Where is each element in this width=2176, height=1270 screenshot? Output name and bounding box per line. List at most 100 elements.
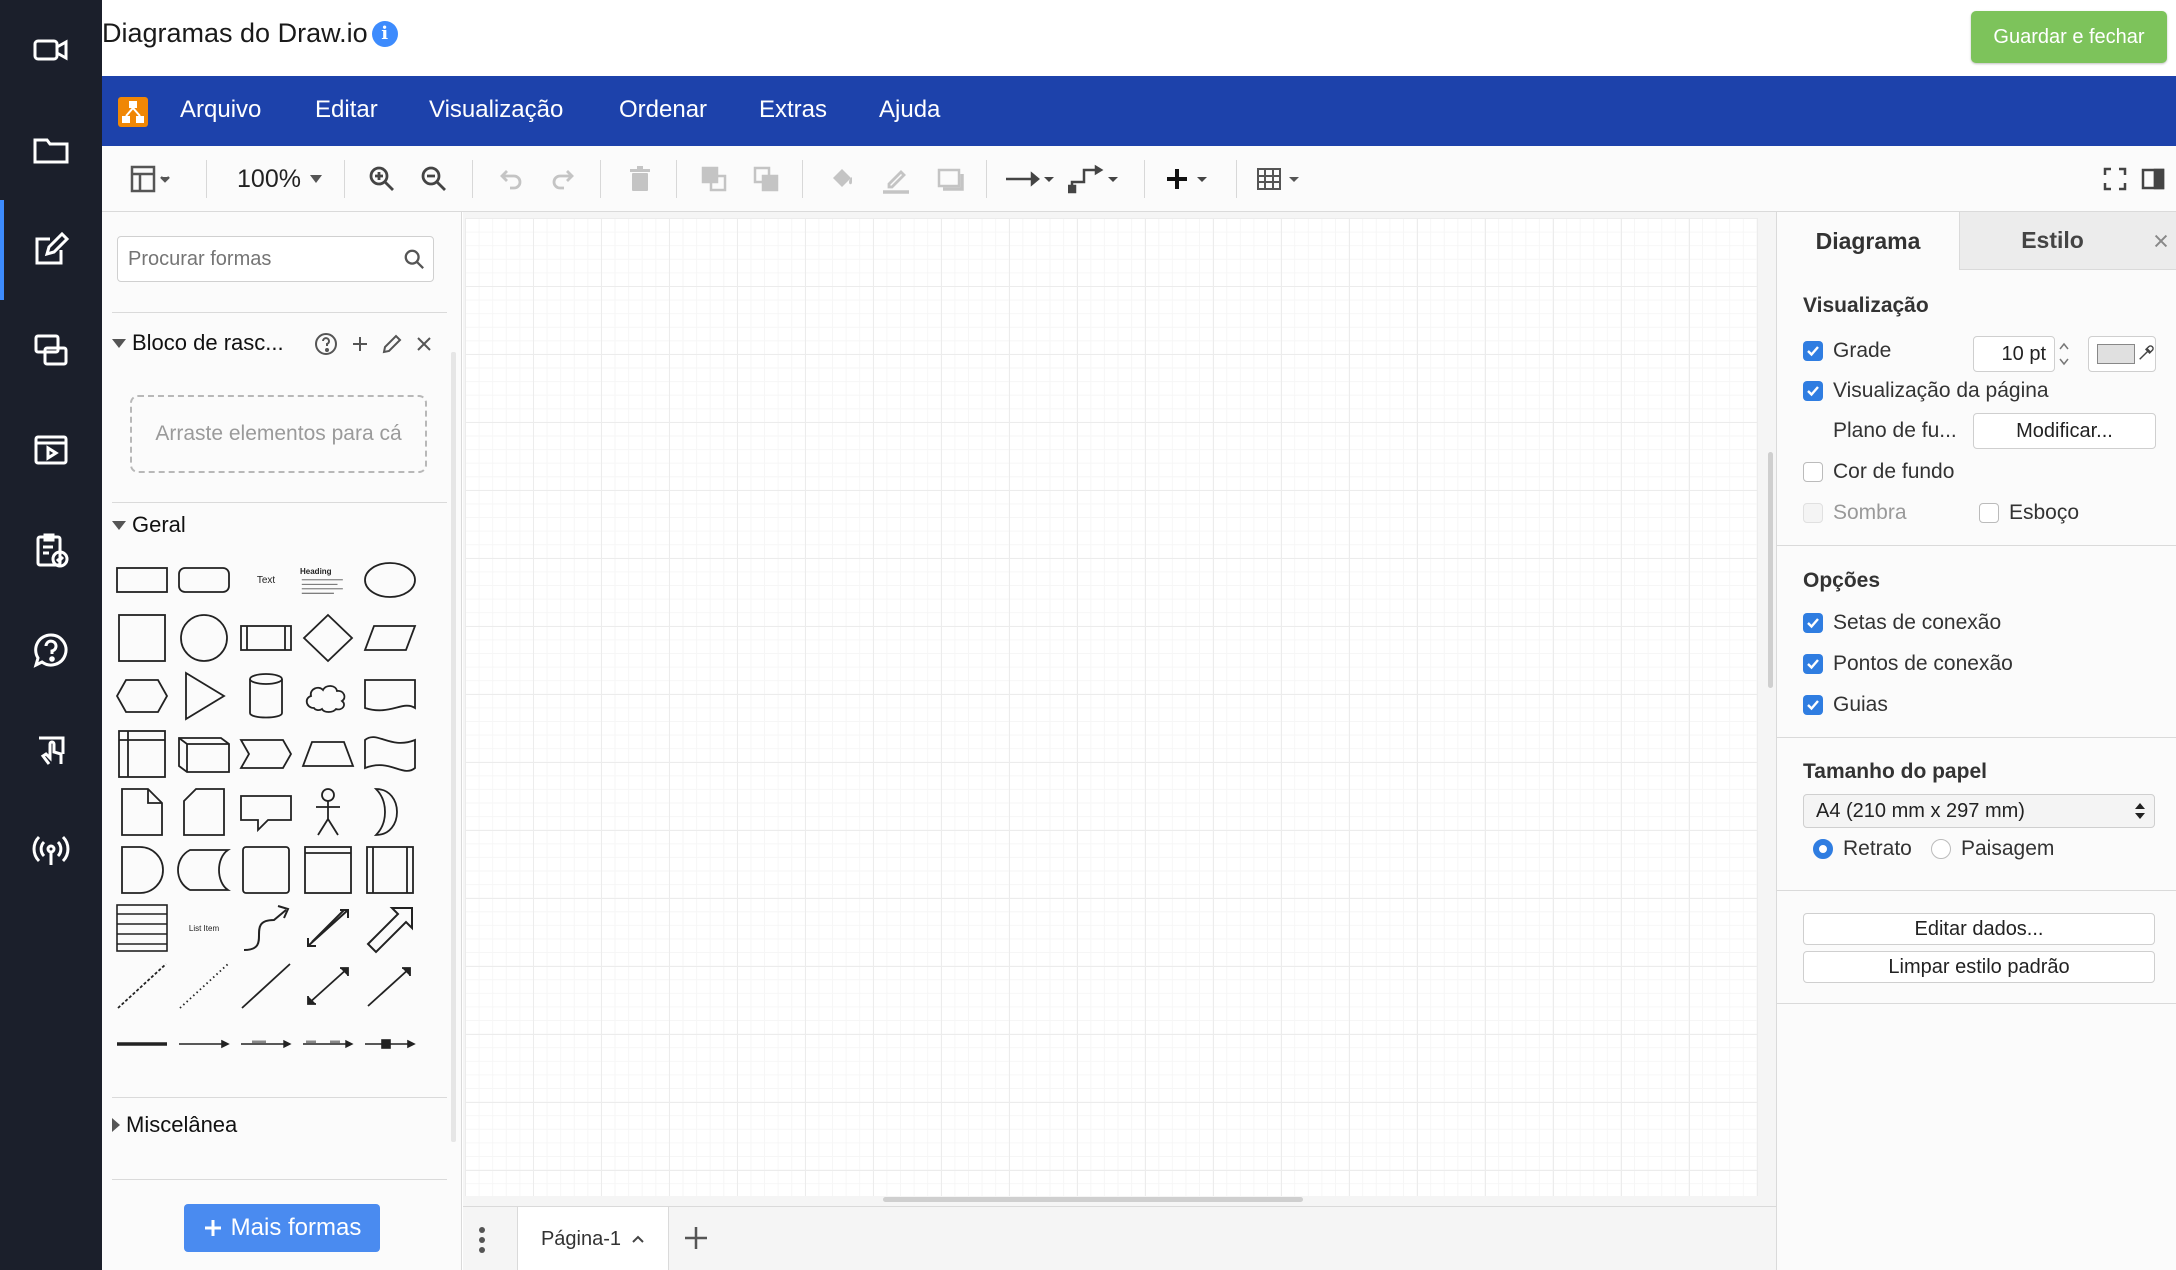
shape-connector-arrow[interactable] [176, 1018, 232, 1070]
media-icon[interactable] [0, 400, 102, 500]
shape-bidirectional-arrow[interactable] [300, 902, 356, 954]
shape-or[interactable] [362, 786, 418, 838]
shape-diamond[interactable] [300, 612, 356, 664]
shape-cylinder[interactable] [238, 670, 294, 722]
clipboard-check-icon[interactable] [0, 500, 102, 600]
connection-style-icon[interactable] [1004, 160, 1058, 198]
pencil-icon[interactable] [380, 332, 404, 361]
shape-tape[interactable] [362, 728, 418, 780]
horizontal-scrollbar[interactable] [883, 1197, 1303, 1202]
devices-icon[interactable] [0, 300, 102, 400]
shape-list-item[interactable]: List Item [176, 902, 232, 954]
shape-list[interactable] [114, 902, 170, 954]
video-icon[interactable] [0, 0, 102, 100]
broadcast-icon[interactable] [0, 800, 102, 900]
shape-connector-two-labels[interactable] [300, 1018, 356, 1070]
save-and-close-button[interactable]: Guardar e fechar [1971, 11, 2167, 63]
bg-color-checkbox[interactable] [1803, 462, 1823, 482]
zoom-out-icon[interactable] [416, 160, 452, 198]
fill-color-icon[interactable] [824, 160, 860, 198]
page-menu-icon[interactable] [477, 1225, 487, 1260]
shape-step[interactable] [238, 728, 294, 780]
landscape-option[interactable]: Paisagem [1931, 837, 2054, 861]
insert-icon[interactable] [1160, 160, 1220, 198]
page-tab[interactable]: Página-1 [517, 1207, 669, 1270]
diagram-canvas[interactable] [463, 212, 1776, 1206]
shape-note[interactable] [114, 786, 170, 838]
tab-style[interactable]: Estilo [1959, 212, 2145, 270]
shape-arrow[interactable] [362, 902, 418, 954]
portrait-option[interactable]: Retrato [1813, 837, 1912, 861]
touch-icon[interactable] [0, 700, 102, 800]
zoom-in-icon[interactable] [364, 160, 400, 198]
waypoints-icon[interactable] [1068, 160, 1122, 198]
shape-curve[interactable] [238, 902, 294, 954]
folder-icon[interactable] [0, 100, 102, 200]
shape-heading[interactable]: Heading [300, 554, 356, 606]
general-header[interactable]: Geral [112, 512, 186, 538]
more-shapes-button[interactable]: Mais formas [184, 1204, 380, 1252]
fullscreen-icon[interactable] [2100, 160, 2130, 198]
panel-view-icon[interactable] [122, 160, 182, 198]
page-grid[interactable] [465, 218, 1758, 1196]
format-panel-toggle-icon[interactable] [2138, 160, 2168, 198]
table-icon[interactable] [1252, 160, 1312, 198]
shape-delay[interactable] [114, 844, 170, 896]
guides-checkbox[interactable] [1803, 695, 1823, 715]
shape-rounded-rectangle[interactable] [176, 554, 232, 606]
scratchpad-drop-zone[interactable]: Arraste elementos para cá [130, 395, 427, 473]
shape-bidirectional-connector[interactable] [300, 960, 356, 1012]
clear-default-style-button[interactable]: Limpar estilo padrão [1803, 951, 2155, 983]
delete-icon[interactable] [622, 160, 658, 198]
shape-ellipse[interactable] [362, 554, 418, 606]
shape-internal-storage[interactable] [114, 728, 170, 780]
shape-card[interactable] [176, 786, 232, 838]
menu-ajuda[interactable]: Ajuda [879, 96, 940, 124]
shape-document[interactable] [362, 670, 418, 722]
shape-connector-symbol[interactable] [362, 1018, 418, 1070]
help-icon[interactable] [314, 332, 338, 361]
vertical-scrollbar[interactable] [1768, 452, 1773, 688]
shape-rectangle[interactable] [114, 554, 170, 606]
edit-icon[interactable] [0, 200, 102, 300]
search-icon[interactable] [403, 248, 425, 275]
grid-checkbox[interactable] [1803, 341, 1823, 361]
shape-dashed-line[interactable] [114, 960, 170, 1012]
landscape-radio[interactable] [1931, 839, 1951, 859]
add-icon[interactable] [348, 332, 372, 361]
info-icon[interactable]: i [371, 20, 398, 47]
shadow-icon[interactable] [932, 160, 968, 198]
grid-size-input[interactable]: 10 pt [1973, 336, 2055, 372]
shape-search-input[interactable] [128, 237, 388, 281]
shape-process[interactable] [238, 612, 294, 664]
shape-container[interactable] [238, 844, 294, 896]
shape-cloud[interactable] [300, 670, 356, 722]
shape-hexagon[interactable] [114, 670, 170, 722]
to-front-icon[interactable] [696, 160, 732, 198]
scratchpad-header[interactable]: Bloco de rasc... [112, 330, 284, 356]
grid-color-button[interactable] [2088, 336, 2156, 372]
line-color-icon[interactable] [878, 160, 914, 198]
shape-dotted-line[interactable] [176, 960, 232, 1012]
connection-points-checkbox[interactable] [1803, 654, 1823, 674]
misc-header[interactable]: Miscelânea [112, 1112, 237, 1138]
add-page-icon[interactable] [681, 1223, 711, 1258]
shape-circle[interactable] [176, 612, 232, 664]
shape-thick-link[interactable] [114, 1018, 170, 1070]
redo-icon[interactable] [546, 160, 582, 198]
shape-cube[interactable] [176, 728, 232, 780]
menu-visualizacao[interactable]: Visualização [429, 96, 563, 124]
shape-connector-label[interactable] [238, 1018, 294, 1070]
shape-square[interactable] [114, 612, 170, 664]
shape-data-storage[interactable] [176, 844, 232, 896]
shape-actor[interactable] [300, 786, 356, 838]
shapes-scrollbar[interactable] [451, 352, 456, 1142]
help-chat-icon[interactable] [0, 600, 102, 700]
menu-ordenar[interactable]: Ordenar [619, 96, 707, 124]
grid-size-stepper[interactable] [2055, 336, 2073, 372]
shape-parallelogram[interactable] [362, 612, 418, 664]
portrait-radio[interactable] [1813, 839, 1833, 859]
menu-arquivo[interactable]: Arquivo [180, 96, 261, 124]
tab-diagram[interactable]: Diagrama [1777, 212, 1959, 270]
zoom-dropdown[interactable]: 100% [230, 160, 330, 198]
